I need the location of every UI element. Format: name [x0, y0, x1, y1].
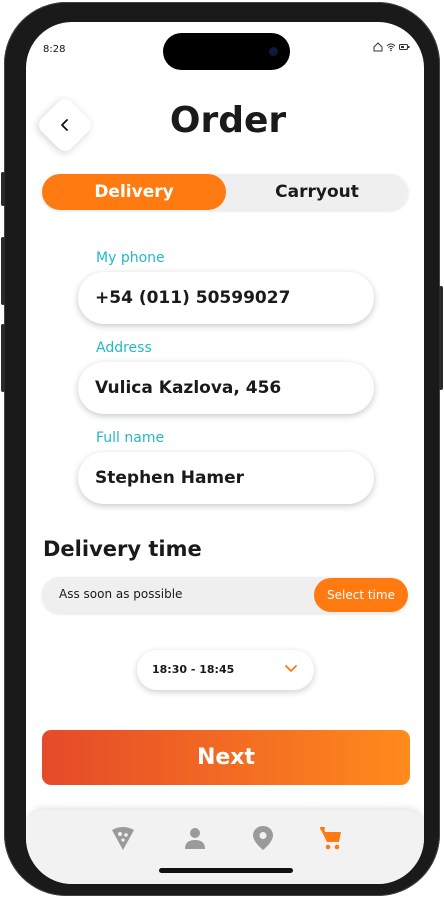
full-name-input[interactable]: Stephen Hamer: [78, 452, 374, 504]
location-pin-icon: [253, 826, 273, 850]
time-slot-value: 18:30 - 18:45: [152, 663, 235, 676]
tab-delivery[interactable]: Delivery: [42, 174, 226, 210]
delivery-time-bar: Ass soon as possible Select time: [42, 577, 408, 613]
battery-icon: [399, 44, 410, 50]
camera-icon: [269, 47, 278, 56]
nav-cart[interactable]: [317, 824, 345, 852]
status-bar: 8:28: [26, 22, 424, 70]
screen: 8:28 Order Delivery Carryout My phone +5…: [26, 22, 424, 884]
status-time: 8:28: [43, 44, 66, 55]
phone-input[interactable]: +54 (011) 50599027: [78, 272, 374, 324]
select-time-button[interactable]: Select time: [314, 578, 408, 612]
phone-label: My phone: [96, 250, 165, 266]
status-icons: [373, 42, 410, 52]
nav-location[interactable]: [249, 824, 277, 852]
volume-up-button: [1, 237, 5, 305]
chevron-down-icon: [285, 665, 297, 672]
home-icon: [373, 42, 383, 52]
name-label: Full name: [96, 430, 165, 446]
nav-profile[interactable]: [181, 824, 209, 852]
dynamic-island: [163, 33, 290, 70]
address-label: Address: [96, 340, 152, 356]
asap-option[interactable]: Ass soon as possible: [59, 587, 182, 601]
volume-down-button: [1, 324, 5, 392]
side-button: [1, 172, 5, 206]
home-indicator[interactable]: [159, 868, 293, 873]
page-title: Order: [169, 100, 287, 141]
cart-icon: [320, 827, 341, 850]
wifi-icon: [386, 43, 396, 52]
nav-menu[interactable]: [109, 824, 137, 852]
pizza-icon: [112, 827, 134, 850]
next-button[interactable]: Next: [42, 730, 410, 785]
delivery-time-title: Delivery time: [43, 537, 202, 561]
power-button: [439, 286, 443, 390]
user-icon: [185, 828, 205, 849]
time-slot-dropdown[interactable]: 18:30 - 18:45: [137, 650, 314, 690]
tab-carryout[interactable]: Carryout: [226, 174, 408, 210]
order-type-tabs: Delivery Carryout: [42, 174, 408, 210]
address-input[interactable]: Vulica Kazlova, 456: [78, 362, 374, 414]
phone-frame: 8:28 Order Delivery Carryout My phone +5…: [1, 2, 443, 896]
